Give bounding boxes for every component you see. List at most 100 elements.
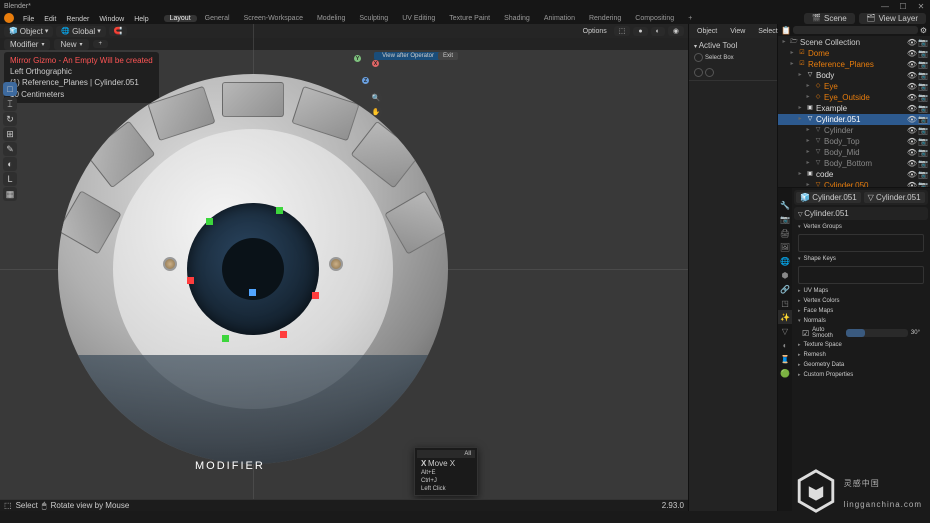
outliner-row[interactable]: ▸▣code👁📷 [778,169,930,180]
property-list-box[interactable] [798,234,924,252]
visibility-toggles[interactable]: 👁📷 [907,103,928,114]
property-section-header[interactable]: Normals [794,316,928,326]
visibility-toggles[interactable]: 👁📷 [907,70,928,81]
workspace-tab[interactable]: Shading [498,15,536,22]
mesh-object-eye[interactable] [58,74,448,464]
tool-button[interactable]: L [3,172,17,186]
menu-render[interactable]: Render [61,16,94,23]
tool-button[interactable]: □ [3,82,17,96]
property-tab[interactable]: ⬢ [778,268,792,282]
property-section-header[interactable]: Geometry Data [794,360,928,370]
shading-rendered-icon[interactable]: ◉ [668,26,684,36]
outliner-row[interactable]: ▸▽Cylinder👁📷 [778,125,930,136]
workspace-tab[interactable]: Animation [538,15,581,22]
property-tab[interactable]: 🔗 [778,282,792,296]
outliner-row[interactable]: ▸▽Body_Bottom👁📷 [778,158,930,169]
tool-button[interactable]: ▦ [3,187,17,201]
workspace-tab[interactable]: + [682,15,698,22]
property-tab[interactable]: 🟢 [778,366,792,380]
menu-file[interactable]: File [18,16,39,23]
outliner-row[interactable]: ▸☑Reference_Planes👁📷 [778,59,930,70]
visibility-toggles[interactable]: 👁📷 [907,92,928,103]
modifier-dropdown[interactable]: Modifier ▾ [4,39,50,50]
drag-icon[interactable] [694,68,703,77]
tool-button[interactable]: ⊞ [3,127,17,141]
visibility-toggles[interactable]: 👁📷 [907,136,928,147]
visibility-toggles[interactable]: 👁📷 [907,169,928,180]
visibility-toggles[interactable]: 👁📷 [907,114,928,125]
outliner-row[interactable]: ▸☑Dome👁📷 [778,48,930,59]
property-section-header[interactable]: Shape Keys [794,254,928,264]
property-section-header[interactable]: Remesh [794,350,928,360]
property-section-header[interactable]: Custom Properties [794,370,928,380]
outliner-row[interactable]: ▸🗁Scene Collection👁📷 [778,37,930,48]
property-tab[interactable]: 🔧 [778,198,792,212]
property-section-header[interactable]: UV Maps [794,286,928,296]
close-button[interactable]: ✕ [916,2,926,10]
axis-y-icon[interactable]: Y [354,55,361,62]
axis-x-icon[interactable]: X [372,60,379,67]
checkbox[interactable]: ☑ [802,329,809,338]
property-tab[interactable]: ▽ [778,324,792,338]
header-menu-object[interactable]: Object [693,27,721,36]
operator-pill[interactable]: View after Operator [374,52,442,60]
workspace-tab[interactable]: Screen-Workspace [238,15,309,22]
property-tab[interactable]: 🌐 [778,254,792,268]
outliner-row[interactable]: ▸▽Cylinder.051👁📷 [778,114,930,125]
outliner-row[interactable]: ▸▽Cylinder.050👁📷 [778,180,930,188]
menu-edit[interactable]: Edit [39,16,61,23]
outliner-row[interactable]: ▸▣Example👁📷 [778,103,930,114]
visibility-toggles[interactable]: 👁📷 [907,125,928,136]
tool-button[interactable]: ↻ [3,112,17,126]
filter-icon[interactable]: ⚙ [920,26,927,35]
header-menu-view[interactable]: View [726,27,749,36]
property-tab[interactable]: 🧵 [778,352,792,366]
vertex-handle[interactable] [280,331,287,338]
visibility-toggles[interactable]: 👁📷 [907,37,928,48]
vertex-handle[interactable] [222,335,229,342]
menu-window[interactable]: Window [94,16,129,23]
property-list-box[interactable] [798,266,924,284]
maximize-button[interactable]: ☐ [898,2,908,10]
viewport-3d[interactable]: 🧊 Object ▾ 🌐 Global ▾ 🧲 Options ⬚ ● ◐ ◉ … [0,24,688,511]
outliner-row[interactable]: ▸▽Body_Top👁📷 [778,136,930,147]
breadcrumb-item[interactable]: 🧊 Cylinder.051 [796,192,861,203]
vertex-handle[interactable] [187,277,194,284]
breadcrumb-item[interactable]: ▽ Cylinder.051 [864,192,925,203]
shading-material-icon[interactable]: ◐ [651,27,665,36]
operator-exit-button[interactable]: Exit [438,52,458,60]
visibility-toggles[interactable]: 👁📷 [907,180,928,188]
options-menu[interactable]: Options [579,27,611,36]
outliner-search-input[interactable] [793,26,918,34]
minimize-button[interactable]: — [880,2,890,10]
drag-icon[interactable] [705,68,714,77]
property-tab[interactable]: 📷 [778,212,792,226]
add-icon[interactable]: + [93,40,109,48]
workspace-tab[interactable]: Layout [164,15,197,22]
visibility-toggles[interactable]: 👁📷 [907,81,928,92]
tool-button[interactable]: ✎ [3,142,17,156]
property-section-header[interactable]: Vertex Colors [794,296,928,306]
mode-selector[interactable]: 🧊 Object ▾ [4,26,53,37]
object-name-field[interactable]: ▽ Cylinder.051 [794,207,928,220]
property-tab[interactable]: 🖨 [778,226,792,240]
menu-help[interactable]: Help [129,16,153,23]
vertex-handle[interactable] [249,289,256,296]
visibility-toggles[interactable]: 👁📷 [907,147,928,158]
property-tab[interactable]: ◐ [778,338,792,352]
shading-wireframe-icon[interactable]: ⬚ [614,26,631,36]
property-section-header[interactable]: Face Maps [794,306,928,316]
scene-selector[interactable]: 🎬 Scene [804,13,854,24]
snap-toggle[interactable]: 🧲 [109,26,128,36]
tool-button[interactable]: ⌶ [3,97,17,111]
outliner-mode-icon[interactable]: 📋 [781,26,791,35]
workspace-tab[interactable]: Modeling [311,15,351,22]
angle-slider[interactable] [846,329,908,337]
outliner-row[interactable]: ▸◇Eye_Outside👁📷 [778,92,930,103]
workspace-tab[interactable]: Compositing [629,15,680,22]
workspace-tab[interactable]: Texture Paint [443,15,496,22]
workspace-tab[interactable]: Sculpting [353,15,394,22]
property-section-header[interactable]: Vertex Groups [794,222,928,232]
visibility-toggles[interactable]: 👁📷 [907,158,928,169]
vertex-handle[interactable] [312,292,319,299]
